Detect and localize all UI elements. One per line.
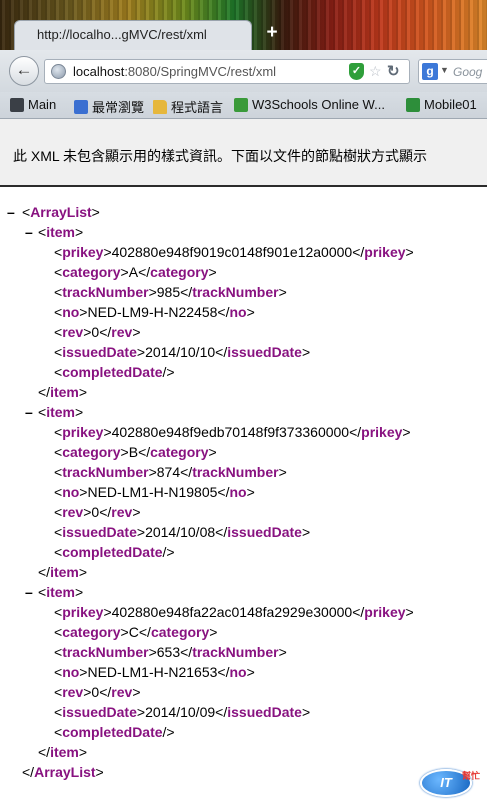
search-engine-icon[interactable]: g — [422, 63, 438, 80]
ithome-watermark-logo: IT 幫忙 — [418, 765, 482, 797]
collapse-toggle[interactable]: – — [25, 222, 35, 242]
xml-value: NED-LM9-H-N22458 — [87, 304, 218, 320]
xml-tree: – <ArrayList> – <item> <prikey>402880e948f… — [0, 202, 487, 782]
xml-field-no: <no>NED-LM1-H-N19805</no> — [54, 484, 255, 500]
bookmark-mobile01[interactable]: Mobile01 — [406, 97, 477, 112]
xml-value: 985 — [156, 284, 181, 300]
xml-field-category: <category>C</category> — [54, 624, 218, 640]
xml-value: NED-LM1-H-N21653 — [87, 664, 218, 680]
xml-style-notice: 此 XML 未包含顯示用的樣式資訊。下面以文件的節點樹狀方式顯示 — [0, 119, 487, 187]
collapse-toggle[interactable]: – — [7, 202, 17, 222]
xml-value: 2014/10/10 — [145, 344, 216, 360]
chevron-down-icon[interactable]: ▼ — [440, 65, 449, 75]
xml-value: B — [128, 444, 139, 460]
xml-field-issuedDate: <issuedDate>2014/10/10</issuedDate> — [54, 344, 311, 360]
shield-icon[interactable]: ✓ — [349, 63, 364, 80]
browser-tab[interactable]: http://localho...gMVC/rest/xml — [14, 20, 252, 50]
back-button[interactable]: ← — [9, 56, 39, 86]
xml-field-rev: <rev>0</rev> — [54, 504, 141, 520]
xml-field-prikey: <prikey>402880e948f9019c0148f901e12a0000… — [54, 244, 414, 260]
xml-value: 874 — [156, 464, 181, 480]
url-text: localhost:8080/SpringMVC/rest/xml — [73, 64, 277, 79]
folder-icon — [153, 99, 167, 114]
xml-field-category: <category>B</category> — [54, 444, 217, 460]
w3schools-icon — [234, 97, 248, 112]
globe-icon — [51, 64, 66, 79]
xml-root-close: </ArrayList> — [22, 764, 104, 780]
search-placeholder: Goog — [453, 65, 483, 79]
xml-item-open: – <item> — [25, 222, 84, 242]
page-icon — [10, 97, 24, 112]
navigation-toolbar: ← localhost:8080/SpringMVC/rest/xml ✓ ☆ … — [0, 50, 487, 93]
xml-item-open: – <item> — [25, 582, 84, 602]
xml-field-trackNumber: <trackNumber>653</trackNumber> — [54, 644, 287, 660]
xml-item-close: </item> — [38, 744, 88, 760]
bookmarks-toolbar: Main 最常瀏覽 程式語言 W3Schools Online W... Mob… — [0, 92, 487, 119]
xml-value: 402880e948f9019c0148f901e12a0000 — [111, 244, 353, 260]
xml-item-close: </item> — [38, 384, 88, 400]
reload-icon[interactable]: ↻ — [387, 62, 400, 80]
xml-value: 2014/10/08 — [145, 524, 216, 540]
tab-title: http://localho...gMVC/rest/xml — [37, 27, 207, 42]
xml-value: NED-LM1-H-N19805 — [87, 484, 218, 500]
xml-field-rev: <rev>0</rev> — [54, 684, 141, 700]
xml-field-completedDate: <completedDate/> — [54, 544, 175, 560]
xml-field-no: <no>NED-LM1-H-N21653</no> — [54, 664, 255, 680]
xml-value: 0 — [91, 684, 100, 700]
xml-field-rev: <rev>0</rev> — [54, 324, 141, 340]
xml-value: 402880e948f9edb70148f9f373360000 — [111, 424, 350, 440]
bookmark-star-icon[interactable]: ☆ — [369, 63, 382, 80]
bookmark-w3schools[interactable]: W3Schools Online W... — [234, 97, 385, 112]
address-bar[interactable]: localhost:8080/SpringMVC/rest/xml ✓ ☆ ↻ — [44, 59, 410, 84]
collapse-toggle[interactable]: – — [25, 402, 35, 422]
search-box[interactable]: g ▼ Goog — [418, 59, 487, 84]
xml-field-trackNumber: <trackNumber>874</trackNumber> — [54, 464, 287, 480]
xml-root-open: – <ArrayList> — [7, 202, 100, 222]
xml-value: 0 — [91, 504, 100, 520]
back-arrow-icon: ← — [15, 60, 33, 79]
xml-item-open: – <item> — [25, 402, 84, 422]
xml-value: C — [128, 624, 139, 640]
xml-value: 2014/10/09 — [145, 704, 216, 720]
xml-field-no: <no>NED-LM9-H-N22458</no> — [54, 304, 255, 320]
xml-value: 0 — [91, 324, 100, 340]
xml-field-category: <category>A</category> — [54, 264, 217, 280]
xml-item-close: </item> — [38, 564, 88, 580]
xml-field-prikey: <prikey>402880e948f9edb70148f9f373360000… — [54, 424, 411, 440]
xml-field-trackNumber: <trackNumber>985</trackNumber> — [54, 284, 287, 300]
xml-field-issuedDate: <issuedDate>2014/10/09</issuedDate> — [54, 704, 311, 720]
xml-field-completedDate: <completedDate/> — [54, 724, 175, 740]
people-icon — [74, 99, 88, 114]
collapse-toggle[interactable]: – — [25, 582, 35, 602]
new-tab-button[interactable]: + — [262, 22, 282, 44]
mobile01-icon — [406, 97, 420, 112]
xml-field-completedDate: <completedDate/> — [54, 364, 175, 380]
xml-field-prikey: <prikey>402880e948fa22ac0148fa2929e30000… — [54, 604, 414, 620]
xml-field-issuedDate: <issuedDate>2014/10/08</issuedDate> — [54, 524, 311, 540]
bookmark-programming[interactable]: 程式語言 — [153, 97, 223, 116]
bookmark-main[interactable]: Main — [10, 97, 56, 112]
bookmark-most-visited[interactable]: 最常瀏覽 — [74, 97, 144, 116]
xml-value: 402880e948fa22ac0148fa2929e30000 — [111, 604, 353, 620]
xml-value: A — [128, 264, 139, 280]
xml-value: 653 — [156, 644, 181, 660]
